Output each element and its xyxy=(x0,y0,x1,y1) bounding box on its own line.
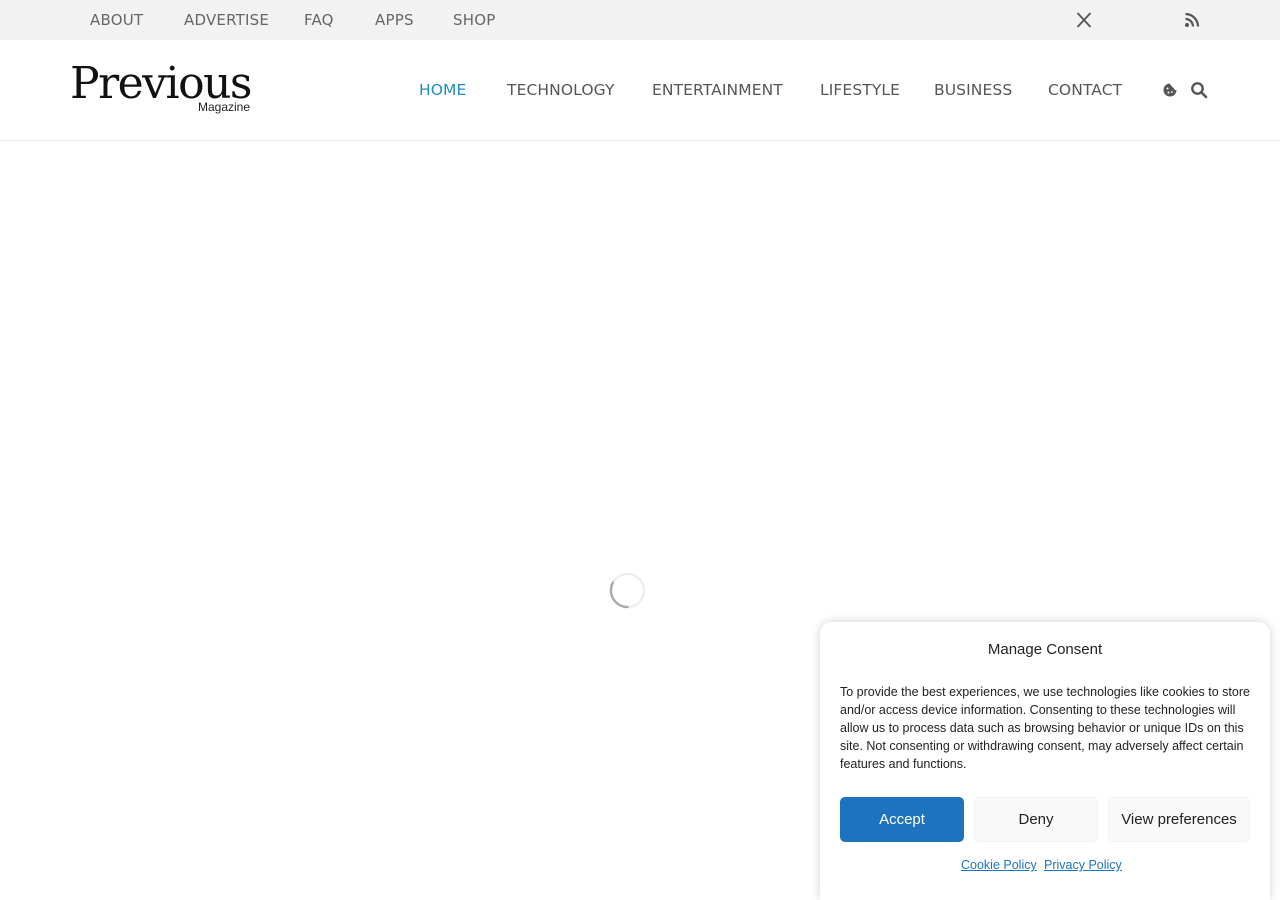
privacy-policy-link[interactable]: Privacy Policy xyxy=(1044,858,1122,872)
nav-home[interactable]: HOME xyxy=(419,40,466,140)
view-preferences-button[interactable]: View preferences xyxy=(1108,797,1250,842)
top-link-shop[interactable]: SHOP xyxy=(453,0,495,40)
site-header: Previous Magazine HOME TECHNOLOGY ENTERT… xyxy=(0,40,1280,141)
search-icon[interactable] xyxy=(1189,80,1209,100)
rss-icon[interactable] xyxy=(1182,10,1202,30)
top-link-apps[interactable]: APPS xyxy=(375,0,414,40)
top-link-advertise[interactable]: ADVERTISE xyxy=(184,0,269,40)
top-link-faq[interactable]: FAQ xyxy=(304,0,334,40)
cookie-policy-link[interactable]: Cookie Policy xyxy=(961,858,1037,872)
consent-title: Manage Consent xyxy=(987,641,1103,658)
nav-entertainment[interactable]: ENTERTAINMENT xyxy=(652,40,783,140)
nav-contact[interactable]: CONTACT xyxy=(1048,40,1122,140)
nav-lifestyle[interactable]: LIFESTYLE xyxy=(820,40,900,140)
consent-dialog: Manage Consent To provide the best exper… xyxy=(820,622,1270,900)
nav-technology[interactable]: TECHNOLOGY xyxy=(507,40,615,140)
consent-message: To provide the best experiences, we use … xyxy=(840,685,1250,771)
deny-button[interactable]: Deny xyxy=(974,797,1098,842)
site-logo[interactable]: Previous Magazine xyxy=(70,60,253,118)
nav-business[interactable]: BUSINESS xyxy=(934,40,1012,140)
accept-button[interactable]: Accept xyxy=(840,797,964,842)
cookie-icon[interactable] xyxy=(1160,80,1180,100)
x-twitter-icon[interactable] xyxy=(1074,10,1094,30)
top-bar: ABOUT ADVERTISE FAQ APPS SHOP xyxy=(0,0,1280,40)
top-link-about[interactable]: ABOUT xyxy=(90,0,143,40)
logo-subtitle: Magazine xyxy=(197,100,250,114)
loading-spinner xyxy=(609,572,646,609)
